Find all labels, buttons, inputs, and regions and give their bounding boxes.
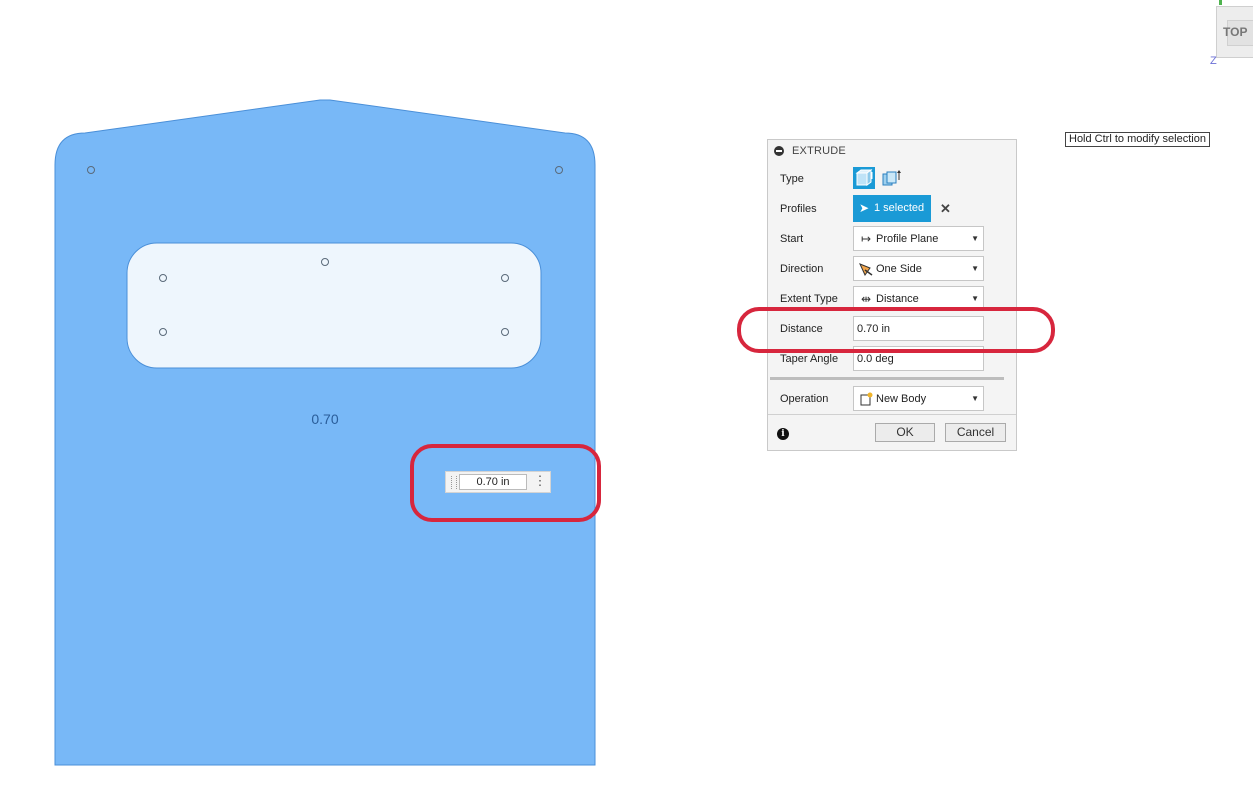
selection-tooltip: Hold Ctrl to modify selection	[1065, 132, 1210, 147]
new-body-icon	[859, 392, 873, 406]
type-label: Type	[780, 173, 804, 185]
profiles-selection-button[interactable]: ➤ 1 selected	[853, 195, 931, 222]
view-cube[interactable]: TOP	[1216, 6, 1253, 58]
operation-dropdown[interactable]: New Body ▼	[853, 386, 984, 411]
extent-type-value: Distance	[876, 293, 919, 305]
highlight-callout-distance	[737, 307, 1055, 353]
start-value: Profile Plane	[876, 233, 939, 245]
section-divider	[770, 377, 1004, 380]
extrude-thin-button[interactable]	[880, 167, 902, 189]
extrude-thin-icon	[882, 170, 901, 186]
chevron-down-icon: ▼	[971, 264, 979, 273]
ok-button[interactable]: OK	[875, 423, 935, 442]
dialog-footer: i OK Cancel	[768, 414, 1016, 451]
one-side-icon	[859, 262, 873, 276]
clear-selection-icon[interactable]: ✕	[940, 201, 951, 217]
distance-icon: ⇹	[860, 292, 872, 306]
operation-label: Operation	[780, 393, 829, 405]
operation-value: New Body	[876, 393, 927, 405]
profiles-label: Profiles	[780, 203, 817, 215]
z-axis-label: Z	[1210, 55, 1217, 67]
chevron-down-icon: ▼	[971, 234, 979, 243]
start-dropdown[interactable]: ↦ Profile Plane ▼	[853, 226, 984, 251]
y-axis-indicator	[1219, 0, 1222, 5]
body-profile[interactable]	[54, 99, 596, 766]
distance-dimension-label[interactable]: 0.70	[300, 411, 350, 427]
direction-value: One Side	[876, 263, 922, 275]
extrude-solid-button[interactable]	[853, 167, 875, 189]
chevron-down-icon: ▼	[971, 394, 979, 403]
sketch-body[interactable]	[0, 0, 1253, 807]
cutout-profile[interactable]	[126, 242, 542, 369]
dialog-title: EXTRUDE	[792, 145, 846, 157]
cancel-button[interactable]: Cancel	[945, 423, 1006, 442]
dialog-header: EXTRUDE	[768, 140, 1016, 161]
profiles-selection-text: 1 selected	[874, 202, 925, 214]
extrude-solid-icon	[855, 169, 873, 186]
extent-type-label: Extent Type	[780, 293, 838, 305]
view-cube-label: TOP	[1223, 25, 1248, 39]
direction-dropdown[interactable]: One Side ▼	[853, 256, 984, 281]
extrude-dialog: EXTRUDE Type Profiles ➤ 1 selected ✕ Sta…	[767, 139, 1017, 451]
direction-label: Direction	[780, 263, 824, 275]
info-icon[interactable]: i	[777, 428, 789, 440]
highlight-callout-inline	[410, 444, 601, 522]
start-label: Start	[780, 233, 804, 245]
collapse-icon[interactable]	[774, 146, 784, 156]
profile-plane-icon: ↦	[860, 232, 872, 246]
taper-angle-label: Taper Angle	[780, 353, 839, 365]
chevron-down-icon: ▼	[971, 294, 979, 303]
cursor-arrow-icon: ➤	[859, 201, 870, 215]
